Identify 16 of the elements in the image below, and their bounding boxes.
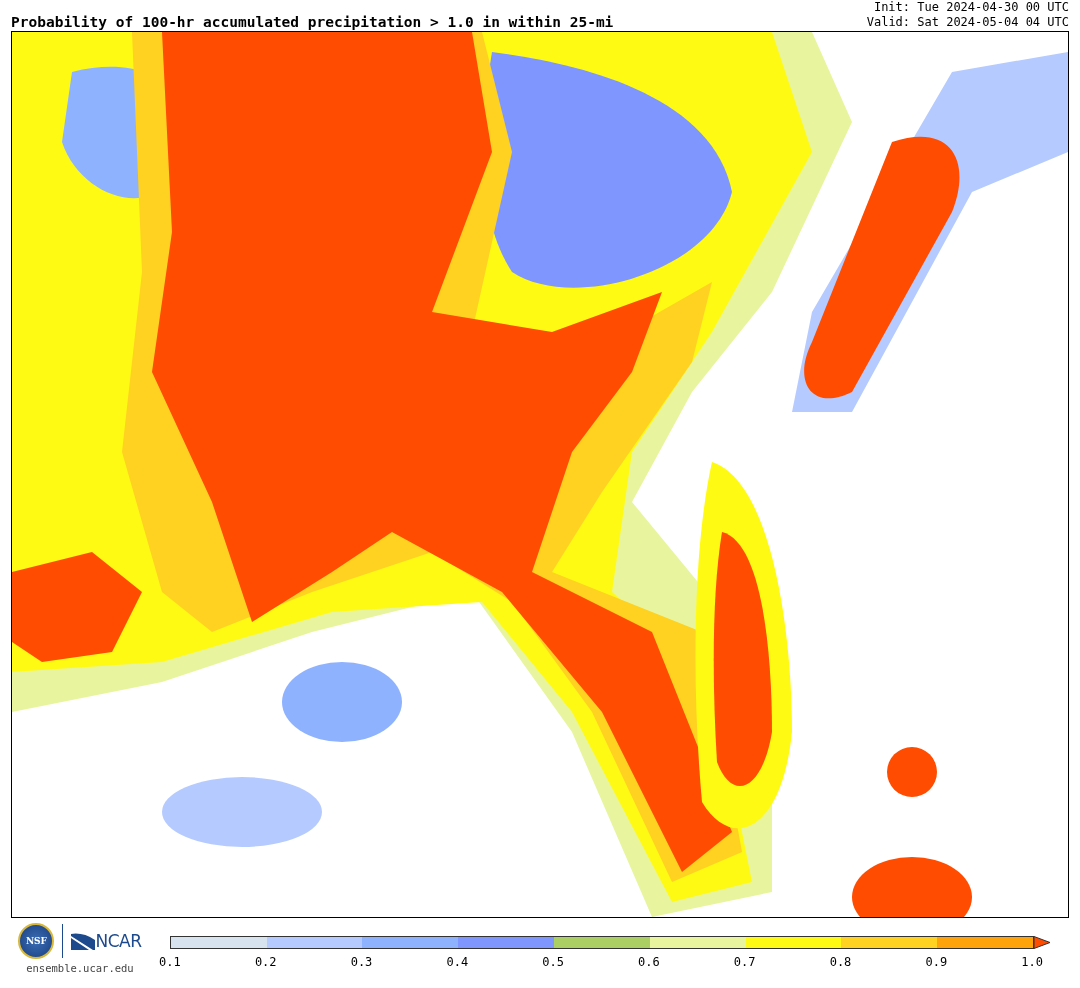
tick-label: 0.5 bbox=[541, 955, 565, 969]
chart-title: Probability of 100-hr accumulated precipitation > 1.0 in within 25-mi bbox=[11, 14, 614, 30]
tick-label: 1.0 bbox=[1020, 955, 1044, 969]
site-url: ensemble.ucar.edu bbox=[26, 962, 134, 974]
nsf-logo-text: NSF bbox=[25, 936, 47, 946]
valid-time: Valid: Sat 2024-05-04 04 UTC bbox=[866, 15, 1069, 30]
tick-label: 0.6 bbox=[637, 955, 661, 969]
tick-label: 0.9 bbox=[924, 955, 949, 969]
tick-label: 0.8 bbox=[828, 955, 853, 969]
init-time: Init: Tue 2024-04-30 00 UTC bbox=[873, 0, 1069, 15]
ncar-logo-text: NCAR bbox=[95, 931, 142, 951]
tick-label: 0.4 bbox=[445, 955, 470, 969]
tick-label: 0.2 bbox=[253, 955, 278, 969]
ncar-logo-icon bbox=[71, 932, 96, 950]
tick-label: 0.7 bbox=[732, 955, 757, 969]
tick-label: 0.3 bbox=[349, 955, 374, 969]
